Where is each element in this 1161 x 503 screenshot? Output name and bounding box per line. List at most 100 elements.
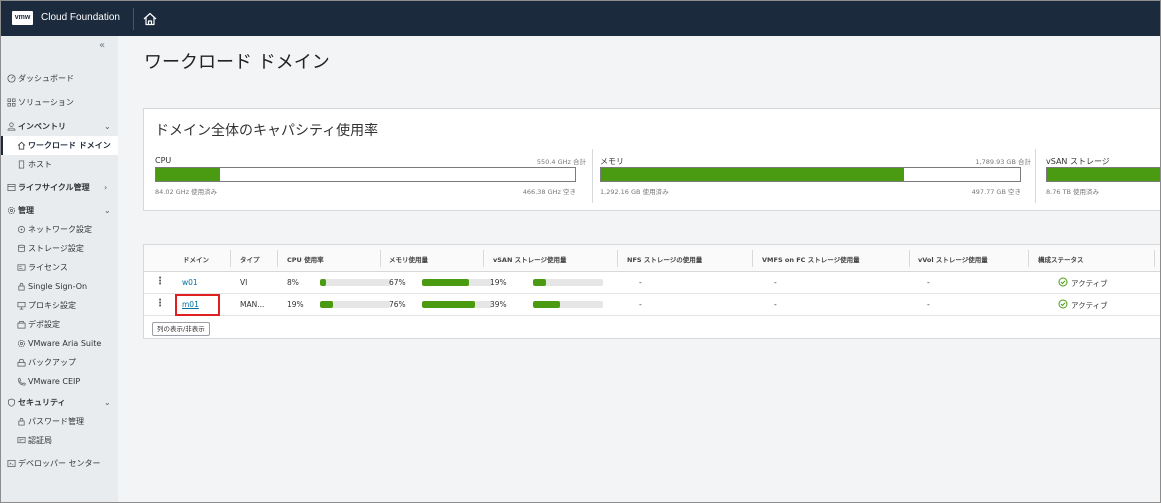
sidebar-item-label: プロキシ設定 bbox=[28, 301, 76, 310]
ceip-icon bbox=[18, 377, 26, 386]
cpu-usage: 8% bbox=[287, 278, 299, 287]
cpu-capacity-bar bbox=[155, 167, 576, 182]
backup-icon bbox=[17, 358, 26, 367]
toggle-columns-button[interactable]: 列の表示/非表示 bbox=[152, 322, 210, 336]
row-actions-icon[interactable]: ⋮ bbox=[155, 276, 165, 288]
column-separator[interactable] bbox=[909, 250, 910, 267]
cpu-usage-fill bbox=[320, 301, 334, 308]
column-header-memory[interactable]: メモリ使用量 bbox=[389, 254, 428, 264]
header-divider bbox=[133, 8, 134, 30]
vmfs-usage: - bbox=[774, 278, 777, 287]
memory-free: 497.77 GB 空き bbox=[971, 188, 1021, 196]
cpu-capacity-fill bbox=[156, 168, 221, 181]
sidebar-item-licenses[interactable]: ライセンス bbox=[1, 258, 118, 277]
collapse-sidebar-button[interactable]: « bbox=[99, 40, 105, 51]
sidebar-item-depot-settings[interactable]: デポ設定 bbox=[1, 315, 118, 334]
column-header-vvol[interactable]: vVol ストレージ使用量 bbox=[918, 254, 988, 264]
chevron-down-icon: ⌄ bbox=[104, 398, 111, 407]
sidebar-item-security[interactable]: セキュリティ ⌄ bbox=[1, 393, 118, 412]
home-icon[interactable] bbox=[142, 11, 158, 27]
memory-usage-bar bbox=[422, 279, 492, 286]
column-separator[interactable] bbox=[380, 250, 381, 267]
developer-icon bbox=[7, 459, 16, 468]
vsan-usage: 39% bbox=[490, 300, 507, 309]
config-status: アクティブ bbox=[1071, 301, 1108, 310]
table-row: ⋮ m01 MAN... 19% 76% 39% - - - アクティブ bbox=[144, 294, 1160, 316]
cpu-used: 84.02 GHz 使用済み bbox=[155, 188, 218, 196]
sidebar-item-inventory[interactable]: インベントリ ⌄ bbox=[1, 117, 118, 136]
sidebar-item-label: セキュリティ bbox=[18, 398, 66, 407]
capacity-divider bbox=[592, 149, 593, 203]
column-separator[interactable] bbox=[483, 250, 484, 267]
sidebar-item-label: デベロッパー センター bbox=[18, 459, 101, 468]
cpu-capacity: CPU 550.4 GHz 合計 84.02 GHz 使用済み 466.38 G… bbox=[155, 156, 586, 198]
column-header-vmfs[interactable]: VMFS on FC ストレージ使用量 bbox=[762, 254, 860, 264]
solutions-icon bbox=[7, 98, 16, 107]
vvol-usage: - bbox=[927, 278, 930, 287]
table-header: ドメイン タイプ CPU 使用率 メモリ使用量 vSAN ストレージ使用量 NF… bbox=[144, 245, 1160, 272]
sidebar-item-lifecycle[interactable]: ライフサイクル管理 › bbox=[1, 178, 118, 197]
depot-icon bbox=[17, 320, 26, 329]
sidebar-item-ceip[interactable]: VMware CEIP bbox=[1, 372, 118, 391]
sidebar-item-certificate-authority[interactable]: 認証局 bbox=[1, 431, 118, 450]
sidebar-item-label: 管理 bbox=[18, 206, 34, 215]
column-separator[interactable] bbox=[277, 250, 278, 267]
memory-total: 1,789.93 GB 合計 bbox=[975, 158, 1031, 166]
sidebar-item-administration[interactable]: 管理 ⌄ bbox=[1, 201, 118, 220]
check-circle-icon bbox=[1058, 277, 1068, 287]
gear-icon bbox=[7, 206, 16, 215]
sidebar-item-developer-center[interactable]: デベロッパー センター bbox=[1, 454, 118, 473]
column-separator[interactable] bbox=[752, 250, 753, 267]
column-header-domain[interactable]: ドメイン bbox=[183, 254, 209, 264]
column-separator[interactable] bbox=[1154, 250, 1155, 267]
lifecycle-icon bbox=[7, 183, 16, 192]
inventory-icon bbox=[7, 122, 16, 131]
sidebar-item-label: ネットワーク設定 bbox=[28, 225, 92, 234]
sidebar-item-workload-domains[interactable]: ワークロード ドメイン bbox=[1, 136, 118, 155]
page-title: ワークロード ドメイン bbox=[144, 52, 330, 73]
vsan-capacity: vSAN ストレージ 8.76 TB 使用済み bbox=[1046, 156, 1160, 198]
sidebar-item-backup[interactable]: バックアップ bbox=[1, 353, 118, 372]
sidebar-item-label: ソリューション bbox=[18, 98, 74, 107]
sidebar-item-solutions[interactable]: ソリューション bbox=[1, 93, 118, 112]
check-circle-icon bbox=[1058, 299, 1068, 309]
vsan-usage-bar bbox=[533, 301, 603, 308]
sidebar-item-storage-settings[interactable]: ストレージ設定 bbox=[1, 239, 118, 258]
column-separator[interactable] bbox=[1028, 250, 1029, 267]
cpu-free: 466.38 GHz 空き bbox=[522, 188, 576, 196]
storage-icon bbox=[17, 244, 26, 253]
sidebar-item-sso[interactable]: Single Sign-On bbox=[1, 277, 118, 296]
sidebar-item-label: パスワード管理 bbox=[28, 417, 84, 426]
sidebar-item-network-settings[interactable]: ネットワーク設定 bbox=[1, 220, 118, 239]
cpu-total: 550.4 GHz 合計 bbox=[536, 158, 586, 166]
sidebar-item-aria-suite[interactable]: VMware Aria Suite bbox=[1, 334, 118, 353]
column-header-nfs[interactable]: NFS ストレージの使用量 bbox=[627, 254, 702, 264]
memory-used: 1,292.16 GB 使用済み bbox=[600, 188, 669, 196]
vsan-usage: 19% bbox=[490, 278, 507, 287]
row-actions-icon[interactable]: ⋮ bbox=[155, 298, 165, 310]
vmfs-usage: - bbox=[774, 300, 777, 309]
vsan-usage-fill bbox=[533, 279, 547, 286]
memory-capacity-bar bbox=[600, 167, 1021, 182]
column-separator[interactable] bbox=[617, 250, 618, 267]
cpu-label: CPU bbox=[155, 156, 172, 165]
sidebar-item-label: ストレージ設定 bbox=[28, 244, 84, 253]
app-window: vmw Cloud Foundation « ダッシュボード ソリューション イ… bbox=[0, 0, 1161, 503]
sidebar-item-hosts[interactable]: ホスト bbox=[1, 155, 118, 174]
shield-icon bbox=[7, 398, 16, 407]
column-header-type[interactable]: タイプ bbox=[240, 254, 260, 264]
column-header-status[interactable]: 構成ステータス bbox=[1038, 254, 1084, 264]
highlight-box bbox=[175, 294, 220, 316]
column-header-vsan[interactable]: vSAN ストレージ使用量 bbox=[493, 254, 567, 264]
column-header-cpu[interactable]: CPU 使用率 bbox=[287, 254, 324, 264]
sidebar-item-label: ダッシュボード bbox=[18, 74, 74, 83]
aria-icon bbox=[17, 339, 26, 348]
sidebar-item-proxy-settings[interactable]: プロキシ設定 bbox=[1, 296, 118, 315]
certificate-icon bbox=[17, 436, 26, 444]
sidebar-item-label: ホスト bbox=[28, 160, 52, 169]
sidebar-item-dashboard[interactable]: ダッシュボード bbox=[1, 69, 118, 88]
lock-icon bbox=[18, 417, 25, 426]
sidebar-item-password-management[interactable]: パスワード管理 bbox=[1, 412, 118, 431]
column-separator[interactable] bbox=[230, 250, 231, 267]
domain-link[interactable]: w01 bbox=[182, 278, 198, 287]
